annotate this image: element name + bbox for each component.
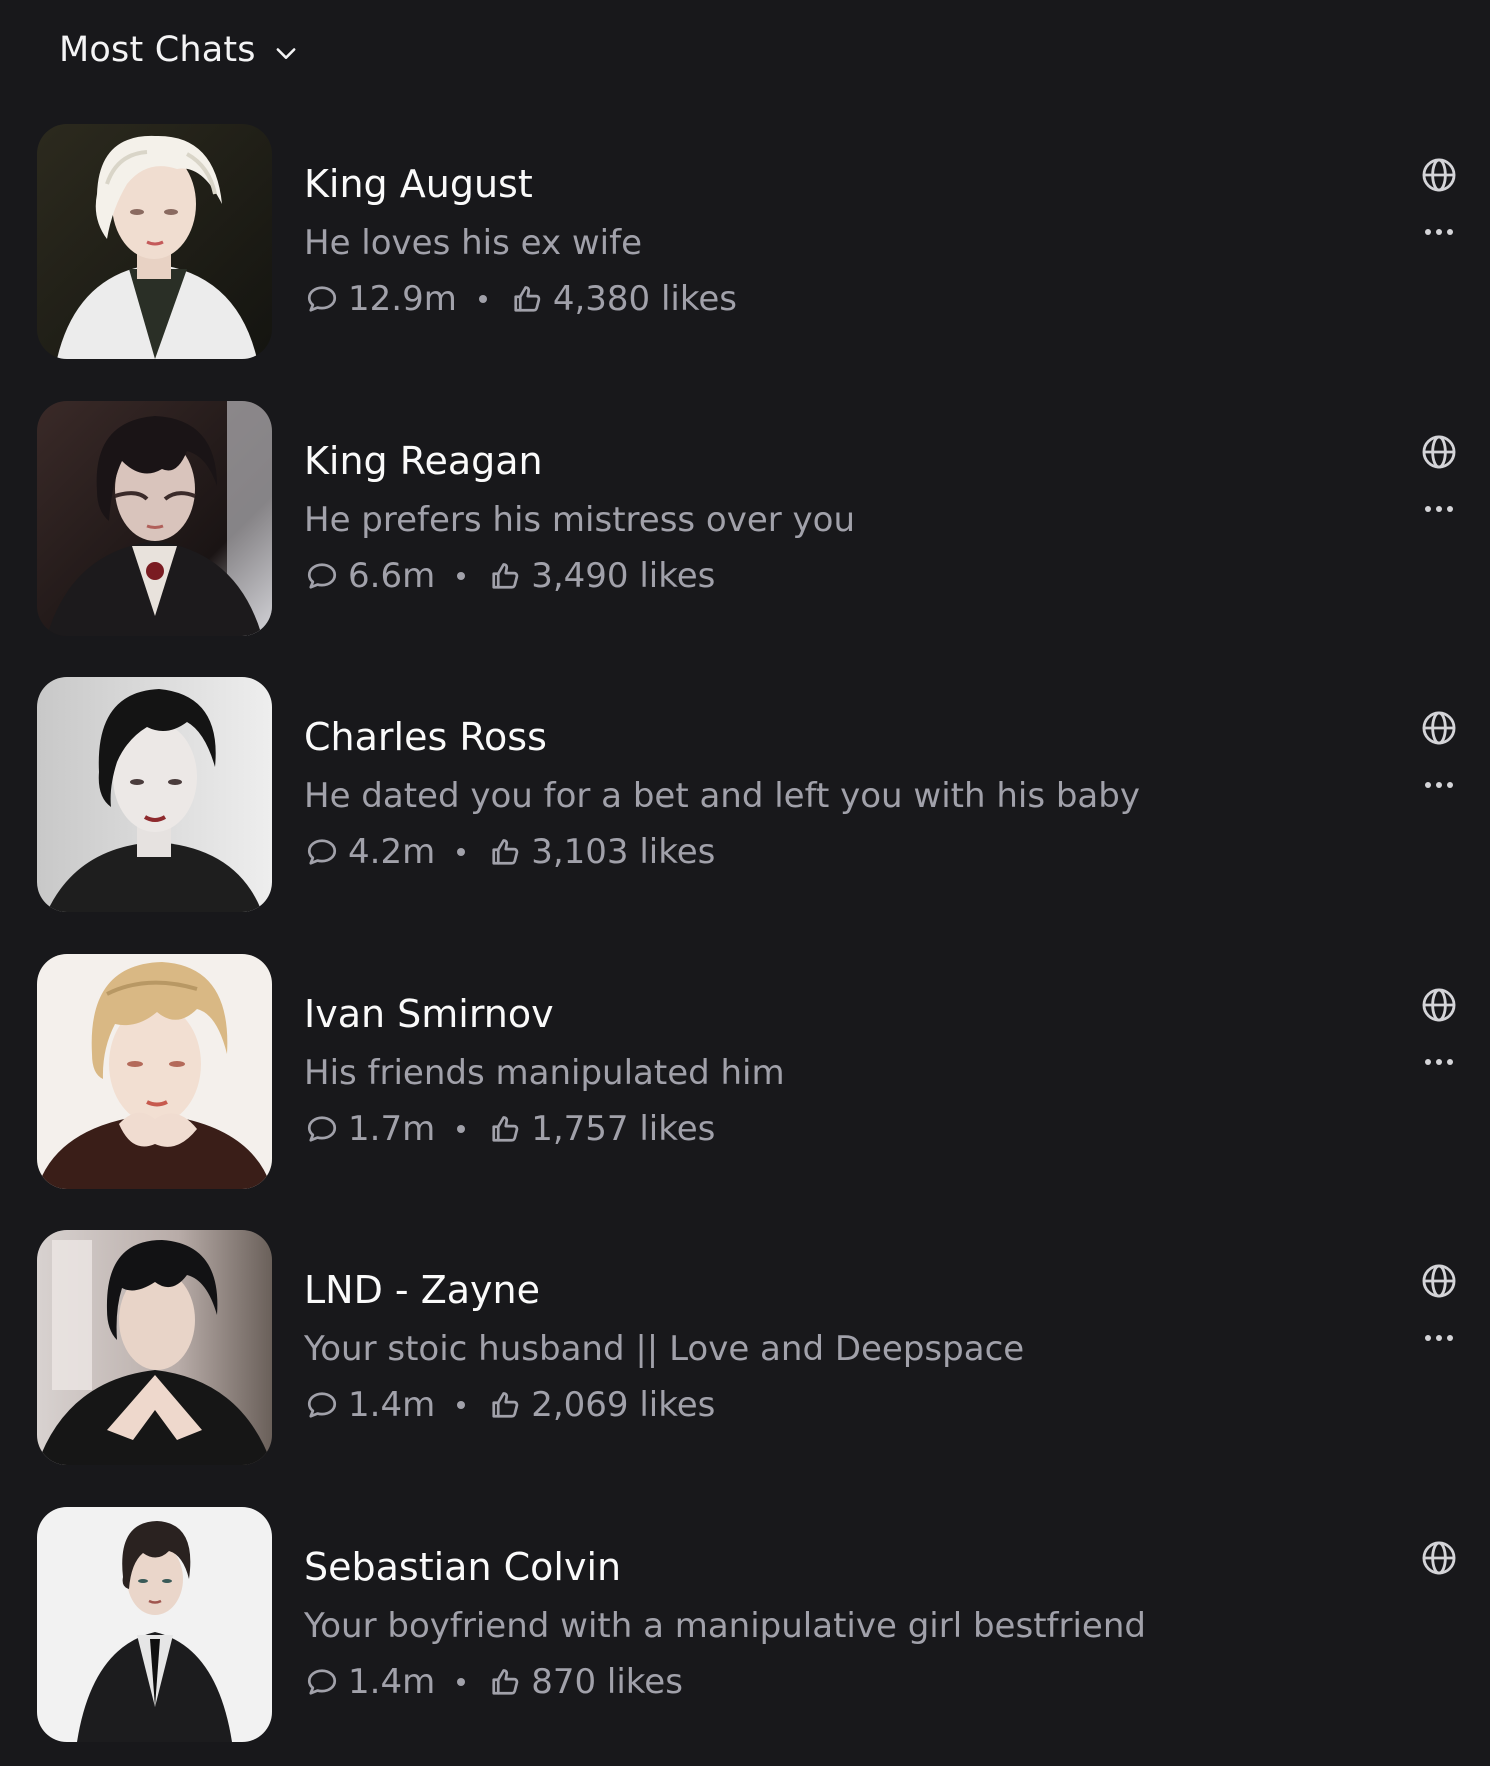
character-description: Your boyfriend with a manipulative girl …	[304, 1606, 1146, 1646]
separator-dot	[457, 1678, 466, 1686]
separator-dot	[457, 1401, 466, 1409]
avatar-image	[37, 1230, 272, 1465]
public-globe-button[interactable]	[1420, 1539, 1458, 1577]
avatar-image	[37, 401, 272, 636]
avatar-image	[37, 954, 272, 1189]
character-avatar[interactable]	[37, 401, 272, 636]
like-count: 4,380 likes	[552, 279, 737, 319]
character-row[interactable]: King August He loves his ex wife 12.9m 4…	[0, 124, 1490, 360]
avatar-image	[37, 677, 272, 912]
public-globe-button[interactable]	[1420, 156, 1458, 194]
globe-icon	[1422, 711, 1456, 745]
character-name[interactable]: Ivan Smirnov	[304, 992, 554, 1036]
character-description: He dated you for a bet and left you with…	[304, 776, 1140, 816]
character-row[interactable]: Charles Ross He dated you for a bet and …	[0, 677, 1490, 913]
thumbs-up-icon	[492, 1116, 519, 1142]
avatar-image	[37, 1507, 272, 1742]
public-globe-button[interactable]	[1420, 986, 1458, 1024]
thumbs-up-icon	[492, 839, 519, 865]
character-stats: 1.4m 870 likes	[304, 1657, 683, 1707]
more-options-button[interactable]	[1420, 499, 1458, 519]
character-description: His friends manipulated him	[304, 1053, 785, 1093]
character-description: He loves his ex wife	[304, 223, 643, 263]
character-stats: 12.9m 4,380 likes	[304, 274, 737, 324]
more-dots-icon	[1425, 506, 1453, 512]
thumbs-up-icon	[492, 1669, 519, 1695]
character-stats: 6.6m 3,490 likes	[304, 551, 715, 601]
globe-icon	[1422, 158, 1456, 192]
character-stats: 1.7m 1,757 likes	[304, 1104, 715, 1154]
separator-dot	[478, 295, 487, 303]
character-name[interactable]: LND - Zayne	[304, 1268, 540, 1312]
character-description: He prefers his mistress over you	[304, 500, 856, 540]
character-avatar[interactable]	[37, 954, 272, 1189]
chat-bubble-icon	[307, 839, 337, 865]
more-dots-icon	[1425, 782, 1453, 788]
globe-icon	[1422, 435, 1456, 469]
separator-dot	[457, 572, 466, 580]
sort-label: Most Chats	[59, 30, 256, 70]
chat-count: 1.4m	[348, 1662, 436, 1702]
like-count: 3,490 likes	[531, 556, 716, 596]
public-globe-button[interactable]	[1420, 709, 1458, 747]
separator-dot	[457, 848, 466, 856]
chat-bubble-icon	[307, 1116, 337, 1142]
avatar-image	[37, 124, 272, 359]
chat-bubble-icon	[307, 563, 337, 589]
character-row[interactable]: LND - Zayne Your stoic husband || Love a…	[0, 1230, 1490, 1466]
chat-bubble-icon	[307, 286, 337, 312]
chat-count: 6.6m	[348, 556, 436, 596]
chevron-down-icon	[276, 48, 296, 59]
globe-icon	[1422, 1541, 1456, 1575]
character-row[interactable]: Sebastian Colvin Your boyfriend with a m…	[0, 1507, 1490, 1743]
chat-bubble-icon	[307, 1392, 337, 1418]
more-options-button[interactable]	[1420, 775, 1458, 795]
more-options-button[interactable]	[1420, 222, 1458, 242]
like-count: 2,069 likes	[531, 1385, 716, 1425]
thumbs-up-icon	[492, 1392, 519, 1418]
more-options-button[interactable]	[1420, 1052, 1458, 1072]
character-stats: 4.2m 3,103 likes	[304, 827, 715, 877]
globe-icon	[1422, 988, 1456, 1022]
more-dots-icon	[1425, 1335, 1453, 1341]
more-options-button[interactable]	[1420, 1328, 1458, 1348]
sort-dropdown[interactable]: Most Chats	[59, 24, 300, 76]
like-count: 1,757 likes	[531, 1109, 716, 1149]
chat-bubble-icon	[307, 1669, 337, 1695]
chat-count: 12.9m	[348, 279, 457, 319]
character-avatar[interactable]	[37, 677, 272, 912]
character-row[interactable]: Ivan Smirnov His friends manipulated him…	[0, 954, 1490, 1190]
character-name[interactable]: King August	[304, 162, 533, 206]
character-name[interactable]: King Reagan	[304, 439, 543, 483]
public-globe-button[interactable]	[1420, 433, 1458, 471]
character-avatar[interactable]	[37, 124, 272, 359]
globe-icon	[1422, 1264, 1456, 1298]
character-stats: 1.4m 2,069 likes	[304, 1380, 715, 1430]
character-row[interactable]: King Reagan He prefers his mistress over…	[0, 401, 1490, 637]
public-globe-button[interactable]	[1420, 1262, 1458, 1300]
more-dots-icon	[1425, 1059, 1453, 1065]
character-name[interactable]: Sebastian Colvin	[304, 1545, 621, 1589]
separator-dot	[457, 1125, 466, 1133]
chat-count: 4.2m	[348, 832, 436, 872]
thumbs-up-icon	[492, 563, 519, 589]
character-name[interactable]: Charles Ross	[304, 715, 547, 759]
more-dots-icon	[1425, 229, 1453, 235]
character-avatar[interactable]	[37, 1230, 272, 1465]
like-count: 3,103 likes	[531, 832, 716, 872]
character-description: Your stoic husband || Love and Deepspace	[304, 1329, 1025, 1369]
character-avatar[interactable]	[37, 1507, 272, 1742]
chat-count: 1.4m	[348, 1385, 436, 1425]
like-count: 870 likes	[531, 1662, 683, 1702]
chat-count: 1.7m	[348, 1109, 436, 1149]
thumbs-up-icon	[514, 286, 541, 312]
